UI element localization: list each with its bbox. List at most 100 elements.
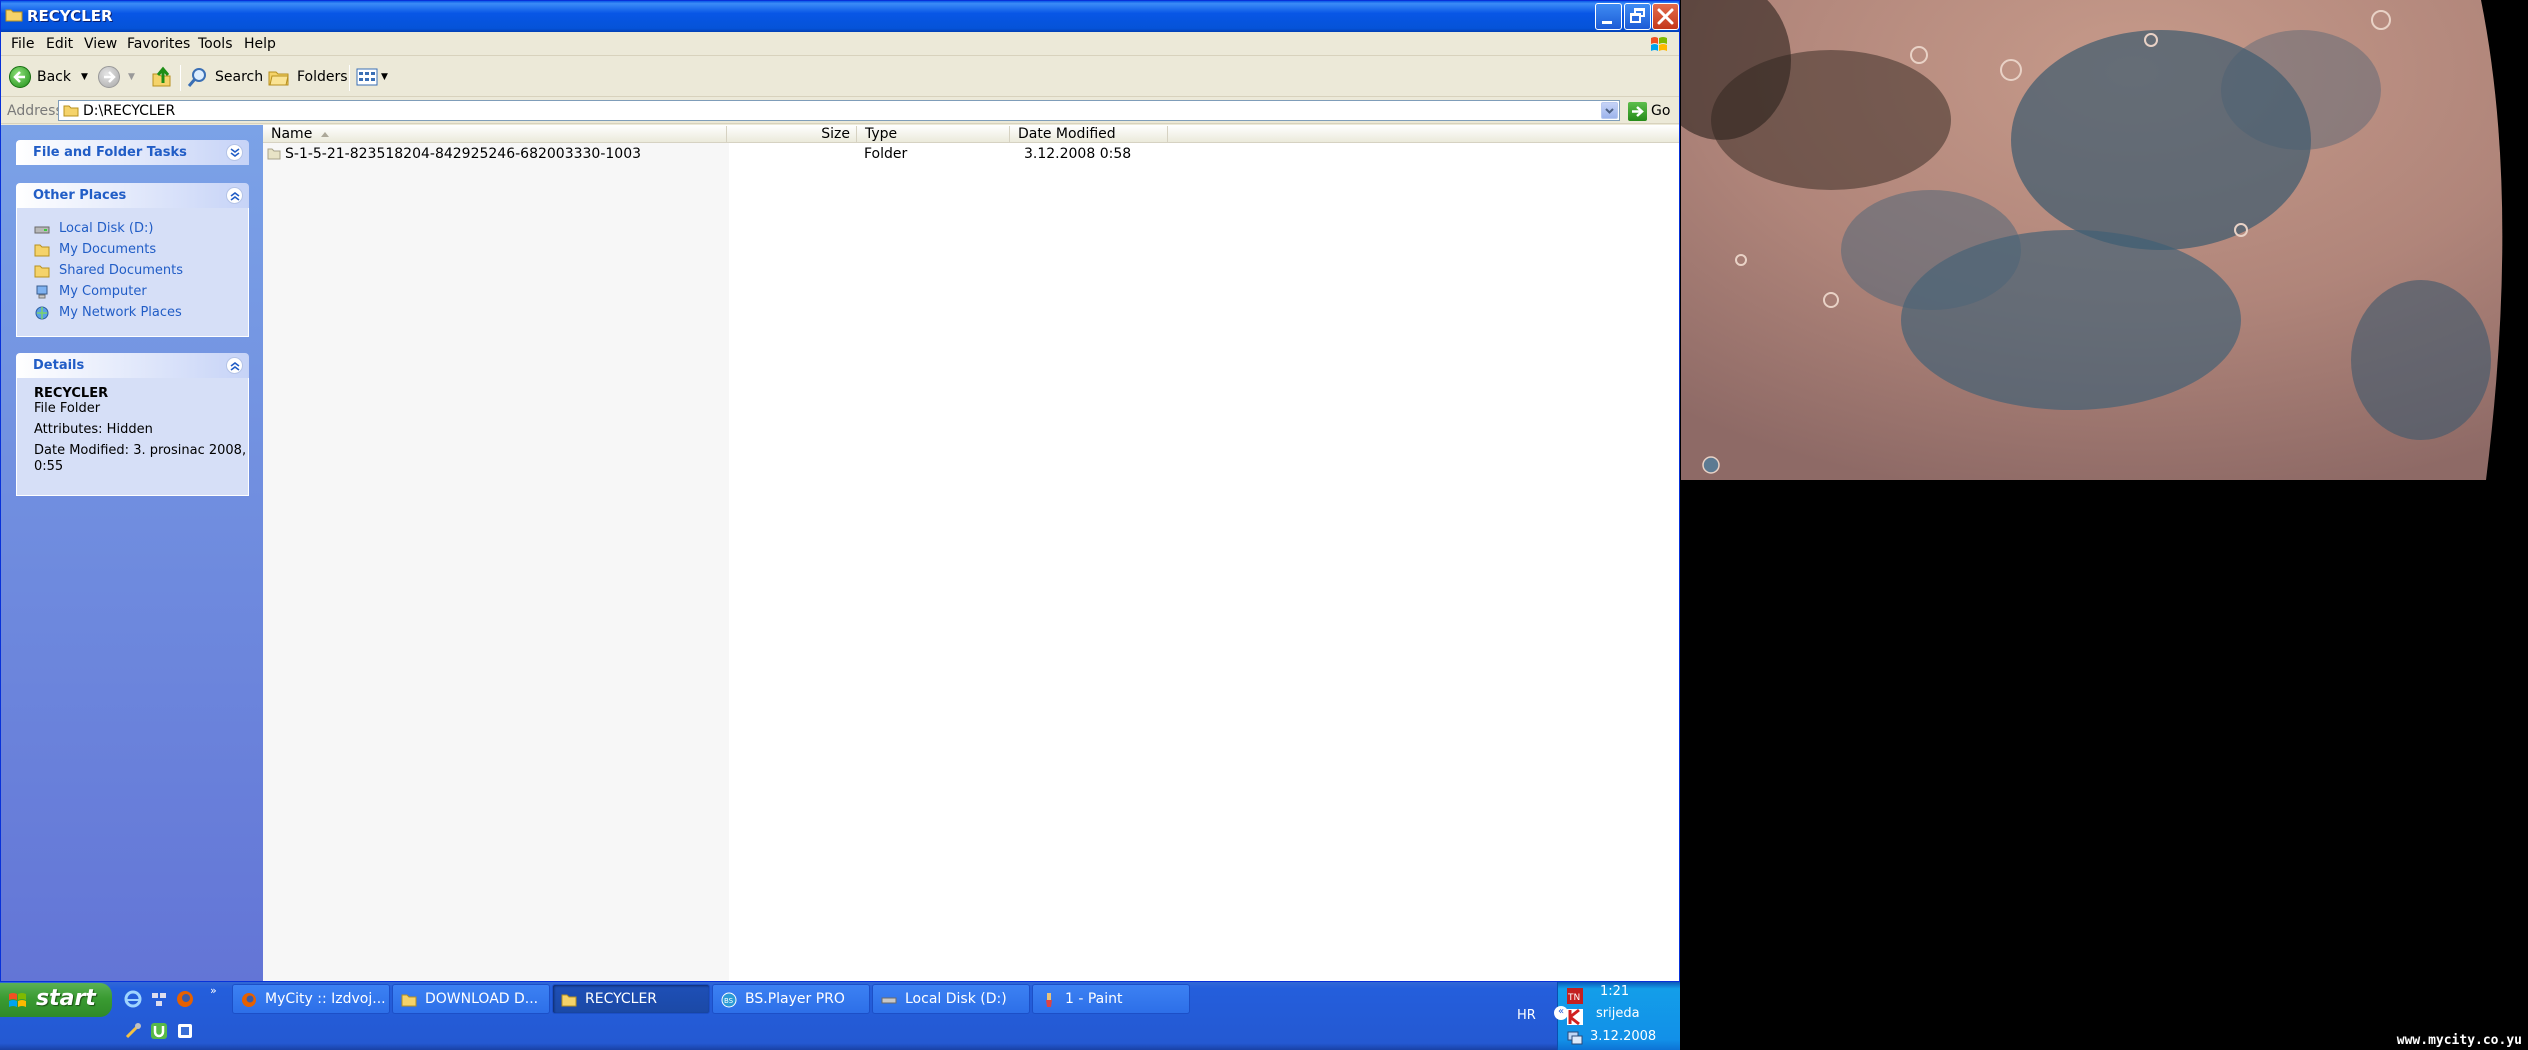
folder-icon [561, 994, 577, 1007]
other-places-panel: Other Places Local Disk (D:) My Document… [16, 183, 249, 337]
close-button[interactable] [1652, 3, 1679, 30]
back-button[interactable]: Back ▼ [9, 65, 88, 89]
back-arrow-icon [9, 66, 31, 88]
column-label: Size [821, 126, 850, 142]
toolbar: Back ▼ ▼ Search Folders ▼ [1, 57, 1679, 97]
back-label: Back [37, 69, 71, 85]
task-label: DOWNLOAD D... [425, 991, 539, 1007]
task-local-disk[interactable]: Local Disk (D:) [872, 984, 1030, 1014]
panel-header[interactable]: Other Places [16, 183, 249, 208]
place-my-network-places[interactable]: My Network Places [34, 302, 248, 323]
task-paint[interactable]: 1 - Paint [1032, 984, 1190, 1014]
network-icon [35, 306, 49, 319]
place-label: Local Disk (D:) [59, 221, 154, 236]
column-header-date-modified[interactable]: Date Modified [1010, 126, 1168, 142]
network-status-icon[interactable] [1566, 1029, 1584, 1047]
details-body: RECYCLER File Folder Attributes: Hidden … [16, 378, 249, 496]
column-headers: Name Size Type Date Modified [263, 125, 1679, 143]
svg-text:BS: BS [724, 997, 734, 1005]
quick-launch-chevron-icon[interactable]: » [210, 984, 217, 997]
collapse-chevron-icon[interactable] [226, 357, 243, 374]
restore-button[interactable] [1624, 3, 1651, 30]
table-row[interactable]: S-1-5-21-823518204-842925246-682003330-1… [263, 145, 1679, 163]
column-header-size[interactable]: Size [727, 126, 857, 142]
panel-header[interactable]: Details [16, 353, 249, 378]
details-modified: Date Modified: 3. prosinac 2008, [34, 443, 247, 458]
title-bar[interactable]: RECYCLER [1, 1, 1679, 32]
firefox-icon [242, 993, 256, 1007]
column-header-type[interactable]: Type [857, 126, 1010, 142]
menu-edit[interactable]: Edit [46, 36, 73, 52]
forward-dropdown-icon[interactable]: ▼ [128, 72, 135, 82]
place-shared-documents[interactable]: Shared Documents [34, 260, 248, 281]
place-my-computer[interactable]: My Computer [34, 281, 248, 302]
forward-button[interactable]: ▼ [98, 65, 135, 89]
menu-tools[interactable]: Tools [198, 36, 233, 52]
task-download[interactable]: DOWNLOAD D... [392, 984, 550, 1014]
antivirus-icon[interactable] [1566, 1008, 1584, 1026]
tray-app-icon[interactable]: TN [1566, 987, 1584, 1005]
app-icon[interactable] [176, 1022, 194, 1040]
up-folder-icon [152, 66, 171, 87]
search-label: Search [215, 69, 264, 85]
network-icon[interactable] [150, 990, 168, 1008]
task-recycler[interactable]: RECYCLER [552, 984, 710, 1014]
task-label: Local Disk (D:) [905, 991, 1007, 1007]
column-label: Name [271, 126, 313, 142]
column-label: Type [865, 126, 898, 142]
clock-time: 1:21 [1600, 984, 1630, 999]
taskbar: start » MyCity :: Izdvoj... DOWNLOAD D..… [0, 982, 1680, 1050]
folder-icon [267, 148, 281, 160]
menu-help[interactable]: Help [244, 36, 276, 52]
views-icon [356, 68, 378, 86]
language-indicator[interactable]: HR [1517, 1008, 1536, 1023]
menu-bar: File Edit View Favorites Tools Help [1, 32, 1679, 56]
expand-chevron-icon[interactable] [226, 144, 243, 161]
firefox-icon[interactable] [176, 990, 194, 1008]
computer-icon [36, 285, 48, 298]
address-input[interactable]: D:\RECYCLER [58, 100, 1620, 121]
details-panel: Details RECYCLER File Folder Attributes:… [16, 353, 249, 496]
search-button[interactable]: Search [187, 65, 263, 89]
file-list[interactable]: Name Size Type Date Modified S-1-5-21-82… [263, 125, 1679, 981]
moon-wallpaper [1681, 0, 2528, 480]
go-button[interactable]: Go [1628, 100, 1670, 122]
windows-logo-icon [1651, 37, 1667, 51]
explorer-window: RECYCLER File Edit View Favorites Tools … [0, 0, 1680, 982]
tools-icon[interactable] [124, 1022, 142, 1040]
place-my-documents[interactable]: My Documents [34, 239, 248, 260]
details-attributes: Attributes: Hidden [34, 422, 153, 437]
clock-date: 3.12.2008 [1590, 1029, 1657, 1044]
task-label: 1 - Paint [1065, 991, 1123, 1007]
menu-favorites[interactable]: Favorites [127, 36, 190, 52]
collapse-chevron-icon[interactable] [226, 187, 243, 204]
task-bsplayer[interactable]: BS BS.Player PRO [712, 984, 870, 1014]
views-dropdown-icon[interactable]: ▼ [381, 72, 388, 82]
back-dropdown-icon[interactable]: ▼ [81, 72, 88, 82]
start-button[interactable]: start [0, 983, 112, 1017]
place-local-disk[interactable]: Local Disk (D:) [34, 218, 248, 239]
menu-view[interactable]: View [84, 36, 117, 52]
panel-header[interactable]: File and Folder Tasks [16, 140, 249, 165]
place-label: My Network Places [59, 305, 182, 320]
views-button[interactable]: ▼ [356, 65, 388, 89]
start-label: start [36, 986, 96, 1011]
place-label: Shared Documents [59, 263, 184, 278]
close-icon [1657, 8, 1674, 25]
task-mycity[interactable]: MyCity :: Izdvoj... [232, 984, 390, 1014]
column-header-name[interactable]: Name [263, 126, 727, 142]
panel-title: File and Folder Tasks [33, 145, 187, 160]
minimize-button[interactable] [1595, 3, 1622, 30]
place-label: My Documents [59, 242, 157, 257]
internet-explorer-icon[interactable] [124, 990, 142, 1008]
utorrent-icon[interactable] [150, 1022, 168, 1040]
folders-button[interactable]: Folders [268, 65, 348, 89]
up-folder-button[interactable] [151, 65, 173, 89]
folder-icon [401, 994, 417, 1007]
menu-file[interactable]: File [11, 36, 34, 52]
sort-ascending-icon [321, 132, 329, 137]
details-type: File Folder [34, 401, 101, 416]
details-modified-time: 0:55 [34, 459, 64, 474]
address-dropdown-button[interactable] [1601, 102, 1618, 119]
clock-day: srijeda [1596, 1006, 1640, 1021]
